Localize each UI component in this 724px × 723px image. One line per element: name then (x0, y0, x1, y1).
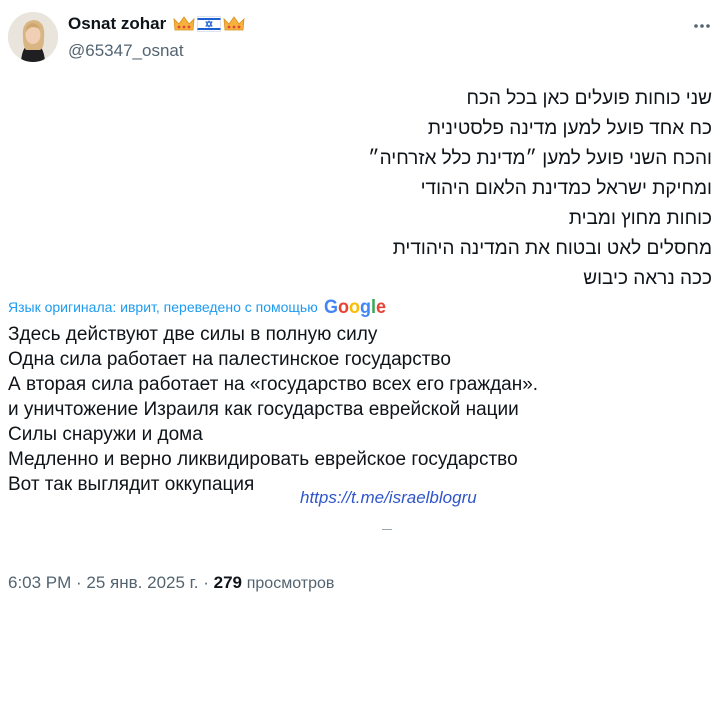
tweet-original-text: שני כוחות פועלים כאן בכל הכח כח אחד פועל… (92, 84, 712, 294)
tweet-date[interactable]: 25 янв. 2025 г. (86, 573, 198, 592)
tweet-translated-text: Здесь действуют две силы в полную силу О… (8, 322, 538, 497)
israel-flag-icon (197, 16, 222, 32)
user-handle[interactable]: @65347_osnat (68, 41, 184, 61)
original-line: מחסלים לאט ובטוח את המדינה היהודית (392, 238, 712, 259)
translation-note-text[interactable]: Язык оригинала: иврит, переведено с помо… (8, 299, 318, 315)
avatar-image (8, 12, 58, 62)
translated-line: Силы снаружи и дома (8, 424, 203, 445)
google-wordmark-icon: Google (324, 297, 386, 318)
translated-line: и уничтожение Израиля как государства ев… (8, 399, 519, 420)
name-emojis (173, 15, 245, 33)
more-options-button[interactable] (688, 12, 716, 40)
crown-icon (173, 16, 195, 31)
more-dots-icon (694, 24, 710, 28)
translated-line: Медленно и верно ликвидировать еврейское… (8, 449, 518, 470)
tweet-meta: 6:03 PM · 25 янв. 2025 г. · 279 просмотр… (8, 573, 334, 593)
translation-note[interactable]: Язык оригинала: иврит, переведено с помо… (8, 296, 388, 318)
meta-separator: · (71, 573, 87, 592)
svg-text:Google: Google (324, 297, 386, 318)
google-logo: Google Google (324, 296, 388, 318)
original-line: ככה נראה כיבוש (583, 268, 712, 289)
avatar[interactable] (8, 12, 58, 62)
original-line: כח אחד פועל למען מדינה פלסטינית (427, 118, 712, 139)
crown-icon (223, 16, 245, 31)
views-label: просмотров (246, 575, 335, 592)
tweet-time[interactable]: 6:03 PM (8, 573, 71, 592)
original-line: ומחיקת ישראל כמדינת הלאום היהודי (420, 178, 712, 199)
meta-separator: · (198, 573, 214, 592)
display-name[interactable]: Osnat zohar (68, 14, 166, 34)
display-name-row[interactable]: Osnat zohar (68, 14, 245, 34)
original-line: כוחות מחוץ ומבית (568, 208, 712, 229)
original-line: והכח השני פועל למען ״מדינת כלל אזרחיה״ (368, 148, 712, 169)
telegram-link[interactable]: https://t.me/israelblogru (300, 488, 477, 508)
translated-line: А вторая сила работает на «государство в… (8, 374, 539, 395)
translated-line: Здесь действуют две силы в полную силу (8, 324, 378, 345)
translated-line: Одна сила работает на палестинское госуд… (8, 349, 451, 370)
original-line: שני כוחות פועלים כאן בכל הכח (466, 88, 712, 109)
views-count: 279 (213, 573, 242, 592)
divider-mark (382, 529, 392, 530)
